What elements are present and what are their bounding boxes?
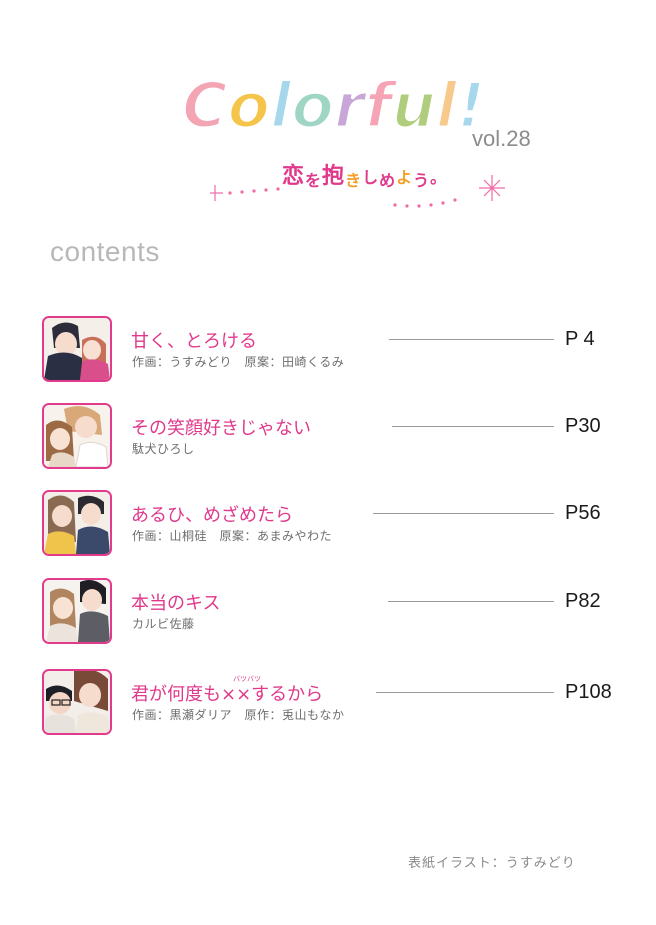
toc-item[interactable]: 甘く、とろける 作画：うすみどり 原案：田崎くるみ P 4 xyxy=(0,316,656,386)
tagline-char: よ xyxy=(396,168,414,187)
story-thumbnail xyxy=(42,578,112,644)
tagline-char: き xyxy=(345,171,363,190)
leader-line xyxy=(376,692,554,693)
tagline-char: め xyxy=(379,171,397,190)
logo-letter: u xyxy=(390,68,437,144)
logo-letter: o xyxy=(226,68,272,144)
logo-letter: l xyxy=(269,68,293,144)
page-number: P108 xyxy=(565,681,612,703)
logo-letter: f xyxy=(363,68,393,144)
tagline-char: を xyxy=(305,171,323,190)
story-credit: 駄犬ひろし xyxy=(132,442,195,456)
toc-item[interactable]: 本当のキス カルビ佐藤 P82 xyxy=(0,578,656,648)
page-number: P30 xyxy=(565,415,601,437)
logo-letter: C xyxy=(181,68,229,144)
logo-wordmark: Colorful! xyxy=(181,66,487,146)
title-ruby: バツバツ xyxy=(233,675,261,683)
tagline-char: 恋 xyxy=(282,164,306,189)
story-credit: カルビ佐藤 xyxy=(132,617,195,631)
tagline-char: う xyxy=(413,171,431,190)
leader-line xyxy=(389,339,554,340)
story-title-text: 君が何度も××するから xyxy=(131,684,324,705)
toc-item[interactable]: その笑顔好きじゃない 駄犬ひろし P30 xyxy=(0,403,656,473)
logo-letter: o xyxy=(290,68,336,144)
story-credit: 作画：黒瀬ダリア 原作：兎山もなか xyxy=(132,708,345,722)
story-title[interactable]: その笑顔好きじゃない xyxy=(131,414,311,440)
tagline: 恋を抱きしめよう。 xyxy=(282,158,447,191)
tagline-char: 。 xyxy=(430,168,448,187)
story-thumbnail xyxy=(42,490,112,556)
story-credit: 作画：うすみどり 原案：田崎くるみ xyxy=(132,355,345,369)
story-title[interactable]: 君が何度も××するから バツバツ xyxy=(131,675,324,706)
story-thumbnail xyxy=(42,669,112,735)
page-number: P 4 xyxy=(565,328,595,350)
leader-line xyxy=(392,426,554,427)
tagline-char: 抱 xyxy=(322,164,346,189)
leader-line xyxy=(388,601,554,602)
story-credit: 作画：山桐硅 原案：あまみやわた xyxy=(132,529,333,543)
story-thumbnail xyxy=(42,403,112,469)
logo-letter: r xyxy=(333,68,367,144)
story-title[interactable]: あるひ、めざめたら xyxy=(131,501,293,527)
magazine-logo: Colorful! vol.28 恋を抱きしめよう。 xyxy=(170,60,570,220)
leader-line xyxy=(373,513,554,514)
story-title[interactable]: 本当のキス xyxy=(131,589,220,615)
contents-heading: contents xyxy=(50,236,160,267)
volume-number: vol.28 xyxy=(472,126,531,151)
logo-letter: l xyxy=(434,68,458,144)
tagline-char: し xyxy=(362,168,380,187)
cover-illustration-credit: 表紙イラスト：うすみどり xyxy=(408,856,576,871)
story-thumbnail xyxy=(42,316,112,382)
page-number: P82 xyxy=(565,590,601,612)
toc-item[interactable]: 君が何度も××するから バツバツ 作画：黒瀬ダリア 原作：兎山もなか P108 xyxy=(0,669,656,739)
toc-item[interactable]: あるひ、めざめたら 作画：山桐硅 原案：あまみやわた P56 xyxy=(0,490,656,560)
story-title[interactable]: 甘く、とろける xyxy=(131,327,257,353)
page-number: P56 xyxy=(565,502,601,524)
